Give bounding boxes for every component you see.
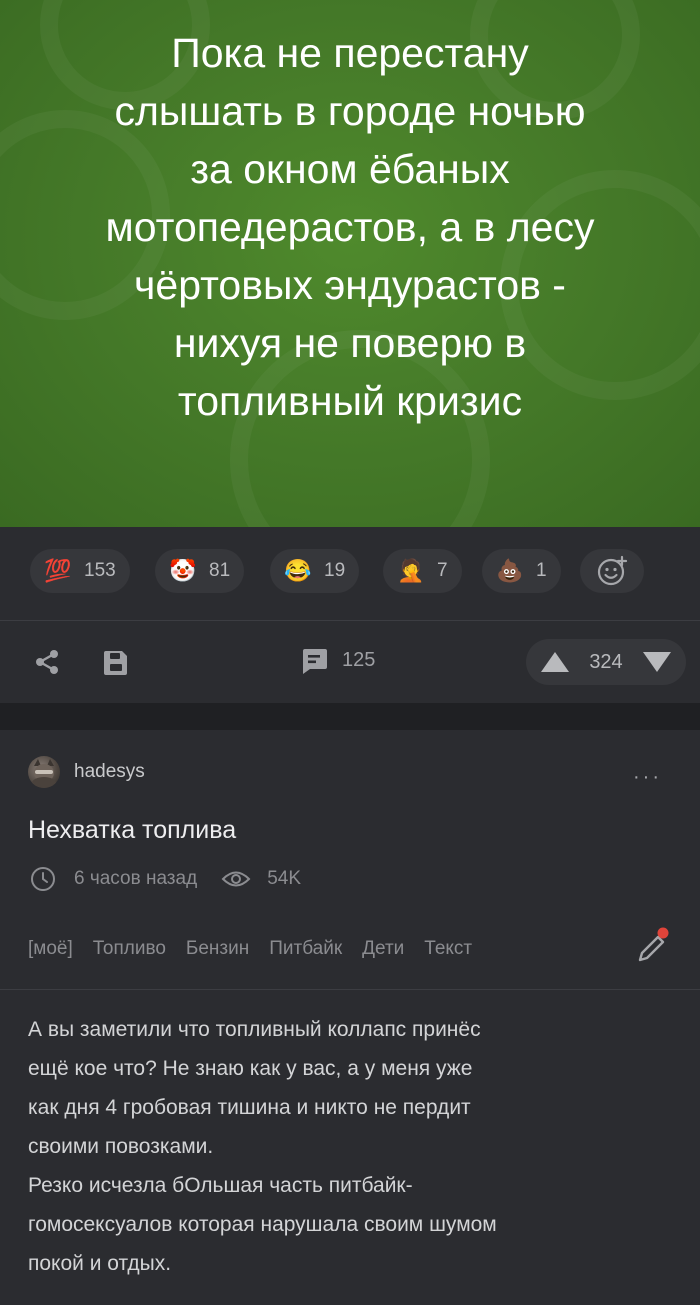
post-time: 6 часов назад bbox=[74, 868, 198, 889]
post-image-meme[interactable]: Пока не перестану слышать в городе ночью… bbox=[0, 0, 700, 527]
tag-item[interactable]: [моё] bbox=[28, 938, 73, 960]
divider bbox=[0, 989, 700, 990]
pencil-icon bbox=[638, 927, 669, 962]
post-card: hadesys ··· Нехватка топлива 6 часов наз… bbox=[0, 730, 700, 1305]
upvote-button[interactable] bbox=[540, 650, 570, 674]
rating-control: 324 bbox=[526, 639, 686, 685]
tears-of-joy-emoji-icon: 😂 bbox=[284, 558, 312, 583]
eye-icon bbox=[221, 871, 251, 887]
tag-item[interactable]: Дети bbox=[362, 938, 404, 960]
pile-of-poo-emoji-icon: 💩 bbox=[496, 558, 524, 583]
reactions-bar: 💯 153 🤡 81 😂 19 🤦 7 💩 1 bbox=[0, 527, 700, 620]
downvote-button[interactable] bbox=[642, 650, 672, 674]
comments-button[interactable]: 125 bbox=[300, 645, 375, 675]
add-emoji-icon bbox=[597, 555, 628, 586]
comment-icon bbox=[303, 649, 327, 674]
triangle-down-icon bbox=[643, 652, 671, 672]
tag-item[interactable]: Бензин bbox=[186, 938, 249, 960]
save-button[interactable] bbox=[100, 645, 132, 679]
triangle-up-icon bbox=[541, 652, 569, 672]
post-title[interactable]: Нехватка топлива bbox=[28, 816, 236, 845]
add-reaction-button[interactable] bbox=[580, 549, 644, 593]
reaction-clown[interactable]: 🤡 81 bbox=[155, 549, 245, 593]
rating-value: 324 bbox=[589, 650, 623, 673]
meme-caption: Пока не перестану слышать в городе ночью… bbox=[105, 30, 595, 424]
post-body-text: А вы заметили что топливный коллапс прин… bbox=[28, 1018, 497, 1275]
post-actions: 125 324 bbox=[0, 621, 700, 703]
more-options-button[interactable]: ··· bbox=[633, 766, 662, 789]
reaction-poo[interactable]: 💩 1 bbox=[482, 549, 561, 593]
reaction-count: 7 bbox=[437, 560, 448, 581]
clown-face-emoji-icon: 🤡 bbox=[169, 558, 197, 583]
reaction-hundred[interactable]: 💯 153 bbox=[30, 549, 130, 593]
avatar-icon bbox=[32, 759, 56, 788]
tag-item[interactable]: Топливо bbox=[93, 938, 166, 960]
hundred-points-emoji-icon: 💯 bbox=[44, 558, 72, 583]
clock-icon bbox=[31, 867, 55, 891]
tag-list: [моё] Топливо Бензин Питбайк Дети Текст bbox=[28, 938, 472, 960]
save-icon bbox=[104, 651, 127, 675]
tag-item[interactable]: Текст bbox=[424, 938, 472, 960]
reaction-count: 81 bbox=[209, 560, 231, 581]
reaction-count: 19 bbox=[324, 560, 346, 581]
reaction-tears-of-joy[interactable]: 😂 19 bbox=[270, 549, 360, 593]
post-meta: 6 часов назад 54K bbox=[30, 866, 301, 892]
views-count: 54K bbox=[267, 868, 301, 889]
face-palm-emoji-icon: 🤦 bbox=[397, 558, 425, 583]
reaction-count: 153 bbox=[84, 560, 116, 581]
tag-item[interactable]: Питбайк bbox=[269, 938, 342, 960]
post-separator bbox=[0, 703, 700, 730]
avatar bbox=[28, 756, 60, 788]
author[interactable]: hadesys bbox=[28, 756, 145, 788]
share-button[interactable] bbox=[30, 645, 64, 679]
reaction-facepalm[interactable]: 🤦 7 bbox=[383, 549, 462, 593]
edit-tags-button[interactable] bbox=[636, 926, 670, 969]
reaction-count: 1 bbox=[536, 560, 547, 581]
author-name: hadesys bbox=[74, 761, 145, 782]
share-icon bbox=[36, 650, 58, 674]
comments-count: 125 bbox=[342, 648, 376, 671]
